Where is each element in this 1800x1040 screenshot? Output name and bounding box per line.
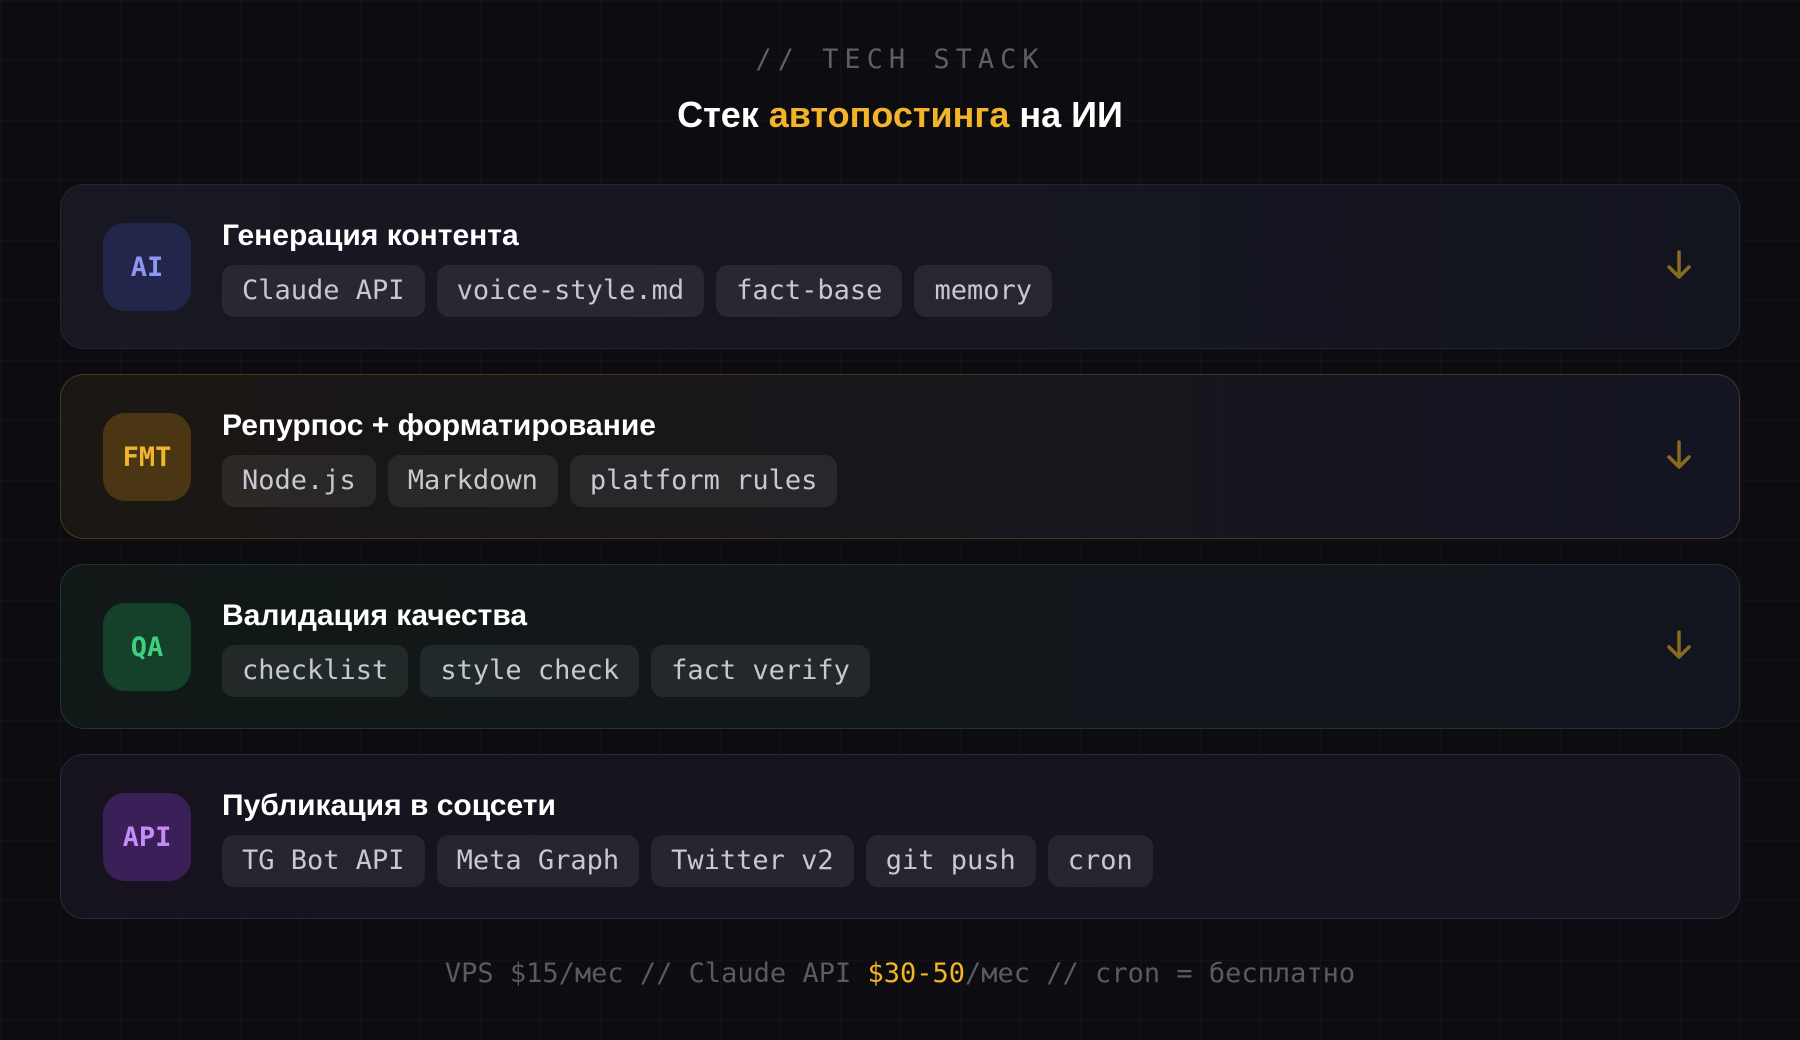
ai-badge: AI (103, 223, 191, 311)
stack-cards: AI Генерация контента Claude API voice-s… (60, 184, 1740, 944)
card-title: Валидация качества (222, 599, 528, 632)
tech-stack-page: // TECH STACK Стек автопостинга на ИИ AI… (0, 0, 1800, 1040)
fmt-badge: FMT (103, 413, 191, 501)
section-overline: // TECH STACK (755, 44, 1045, 75)
tag: git push (865, 835, 1036, 887)
tag: cron (1047, 835, 1153, 887)
title-suffix: на ИИ (1009, 94, 1123, 135)
card-title: Репурпос + форматирование (222, 409, 656, 442)
arrow-down-icon (1667, 250, 1691, 279)
stack-card-formatting: FMT Репурпос + форматирование Node.js Ma… (60, 374, 1740, 539)
tag: Twitter v2 (651, 835, 854, 887)
tag: platform rules (569, 455, 838, 507)
tag: Node.js (222, 455, 376, 507)
tag-list: Claude API voice-style.md fact-base memo… (222, 265, 1052, 317)
arrow-down-icon (1667, 440, 1691, 469)
stack-card-content-generation: AI Генерация контента Claude API voice-s… (60, 184, 1740, 349)
tag: Claude API (222, 265, 425, 317)
tag: memory (914, 265, 1052, 317)
footer-text: VPS $15/мес // Claude API (444, 958, 868, 989)
arrow-down-icon (1667, 630, 1691, 659)
card-title: Публикация в соцсети (222, 789, 556, 822)
tag: style check (420, 645, 640, 697)
stack-card-quality-validation: QA Валидация качества checklist style ch… (60, 564, 1740, 729)
stack-card-publishing: API Публикация в соцсети TG Bot API Meta… (60, 754, 1740, 919)
tag-list: Node.js Markdown platform rules (222, 455, 838, 507)
tag-list: checklist style check fact verify (222, 645, 870, 697)
tag: fact verify (651, 645, 870, 697)
footer-highlight: $30-50 (867, 958, 966, 989)
title-accent: автопостинга (768, 94, 1010, 135)
tag: Markdown (387, 455, 558, 507)
tag-list: TG Bot API Meta Graph Twitter v2 git pus… (222, 835, 1153, 887)
api-badge: API (103, 793, 191, 881)
title-prefix: Стек (677, 94, 769, 135)
tag: TG Bot API (222, 835, 425, 887)
footer-text: /мес // cron = бесплатно (965, 958, 1356, 989)
cost-footer: VPS $15/мес // Claude API $30-50/мес // … (0, 958, 1800, 989)
tag: Meta Graph (436, 835, 640, 887)
card-title: Генерация контента (222, 219, 519, 252)
page-title: Стек автопостинга на ИИ (0, 94, 1800, 136)
qa-badge: QA (103, 603, 191, 691)
tag: voice-style.md (436, 265, 705, 317)
tag: fact-base (716, 265, 903, 317)
tag: checklist (222, 645, 409, 697)
